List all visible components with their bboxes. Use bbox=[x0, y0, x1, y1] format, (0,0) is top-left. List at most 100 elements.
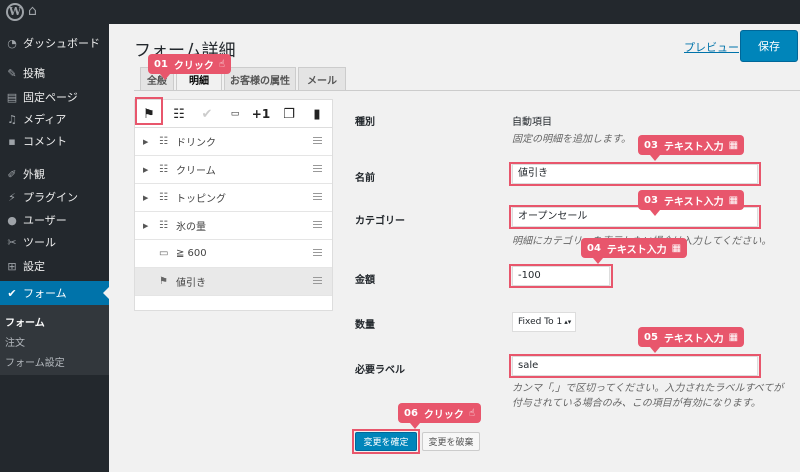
counter-icon: ▭ bbox=[159, 248, 169, 259]
page-icon: ▤ bbox=[6, 90, 18, 104]
plus-one-button[interactable]: +1 bbox=[251, 104, 271, 124]
list-icon[interactable]: ☷ bbox=[169, 104, 189, 124]
type-description: 固定の明細を追加します。 bbox=[512, 134, 631, 145]
list-item[interactable]: ⚑ 値引き bbox=[135, 268, 332, 296]
list-item-label: 値引き bbox=[176, 278, 206, 289]
sidebar-item-label: メディア bbox=[23, 113, 67, 126]
highlight-required-field bbox=[509, 354, 761, 378]
expand-icon[interactable]: ▶ bbox=[143, 138, 155, 146]
pin-icon: ✎ bbox=[7, 66, 17, 80]
sidebar-item-posts[interactable]: ✎ 投稿 bbox=[0, 61, 109, 85]
user-icon: ● bbox=[7, 213, 17, 227]
mouse-click-icon: ☝ bbox=[218, 58, 226, 70]
details-panel: ⚑ ☷ ✔ ▭ +1 ❐ ▮ ▶ ☷ ドリンク ▶ ☷ クリーム ▶ ☷ トッピング ▶ ☷ 氷… bbox=[134, 99, 333, 311]
callout-06: 06 クリック ☝ bbox=[398, 403, 482, 429]
admin-bar: W ⌂ bbox=[0, 0, 800, 24]
drag-handle-icon[interactable] bbox=[313, 277, 322, 284]
drag-handle-icon[interactable] bbox=[313, 137, 322, 144]
plugin-icon: ⚡ bbox=[8, 190, 16, 204]
callout-04: 04 テキスト入力 ▦ bbox=[581, 238, 688, 264]
required-description-line2: 付与されている場合のみ、この項目が有効になります。 bbox=[512, 398, 761, 409]
quantity-select-value: Fixed To 1 bbox=[518, 317, 563, 327]
sidebar-item-comments[interactable]: ▪ コメント bbox=[0, 129, 109, 153]
sidebar-item-media[interactable]: ♫ メディア bbox=[0, 107, 109, 131]
sidebar-item-label: 設定 bbox=[23, 260, 45, 273]
callout-01: 01 クリック ☝ bbox=[148, 54, 232, 80]
list-item[interactable]: ▶ ☷ クリーム bbox=[135, 156, 332, 184]
sidebar-item-label: フォーム bbox=[23, 287, 67, 300]
home-icon[interactable]: ⌂ bbox=[28, 3, 37, 19]
tab-customer-attributes[interactable]: お客様の属性 bbox=[224, 67, 296, 91]
sidebar-item-label: 投稿 bbox=[23, 67, 45, 80]
list-item-label: クリーム bbox=[176, 166, 216, 177]
expand-icon[interactable]: ▶ bbox=[143, 222, 155, 230]
discard-changes-button[interactable]: 変更を破棄 bbox=[422, 432, 480, 451]
sidebar-item-appearance[interactable]: ✐ 外観 bbox=[0, 162, 109, 186]
sidebar-item-pages[interactable]: ▤ 固定ページ bbox=[0, 85, 109, 109]
sidebar-item-label: ツール bbox=[23, 236, 56, 249]
counter-icon[interactable]: ▭ bbox=[225, 104, 245, 124]
sidebar-item-plugins[interactable]: ⚡ プラグイン bbox=[0, 185, 109, 209]
submenu-item-orders[interactable]: 注文 bbox=[5, 334, 25, 349]
sidebar: ◔ ダッシュボード ✎ 投稿 ▤ 固定ページ ♫ メディア ▪ コメント ✐ 外観 ⚡ プラグ… bbox=[0, 24, 109, 472]
list-item-label: 氷の量 bbox=[176, 222, 206, 233]
check-icon: ✔ bbox=[7, 286, 17, 300]
keyboard-icon: ▦ bbox=[728, 139, 739, 151]
mouse-click-icon: ☝ bbox=[468, 407, 476, 419]
type-value: 自動項目 bbox=[512, 117, 552, 128]
quantity-select[interactable]: Fixed To 1 ▴▾ bbox=[512, 312, 576, 332]
submenu-item-form[interactable]: フォーム bbox=[5, 314, 45, 329]
quantity-label: 数量 bbox=[355, 320, 375, 331]
drag-handle-icon[interactable] bbox=[313, 249, 322, 256]
media-icon: ♫ bbox=[7, 112, 17, 126]
list-item-label: トッピング bbox=[176, 194, 226, 205]
sidebar-item-settings[interactable]: ⊞ 設定 bbox=[0, 254, 109, 278]
expand-icon[interactable]: ▶ bbox=[143, 166, 155, 174]
sidebar-item-label: プラグイン bbox=[23, 191, 78, 204]
comment-icon: ▪ bbox=[8, 134, 16, 148]
amount-label: 金額 bbox=[355, 275, 375, 286]
list-icon: ☷ bbox=[159, 164, 168, 175]
submenu-item-form-settings[interactable]: フォーム設定 bbox=[5, 354, 65, 369]
preview-link[interactable]: プレビュー bbox=[684, 39, 739, 55]
highlight-flag-button bbox=[135, 97, 163, 125]
details-toolbar: ⚑ ☷ ✔ ▭ +1 ❐ ▮ bbox=[135, 100, 332, 128]
keyboard-icon: ▦ bbox=[728, 331, 739, 343]
drag-handle-icon[interactable] bbox=[313, 165, 322, 172]
drag-handle-icon[interactable] bbox=[313, 221, 322, 228]
list-item[interactable]: ▶ ☷ ドリンク bbox=[135, 128, 332, 156]
highlight-amount-field bbox=[509, 264, 613, 288]
expand-icon[interactable]: ▶ bbox=[143, 194, 155, 202]
list-item-label: ドリンク bbox=[176, 138, 216, 149]
copy-icon[interactable]: ❐ bbox=[279, 104, 299, 124]
wordpress-logo-icon[interactable]: W bbox=[6, 3, 24, 21]
required-label-label: 必要ラベル bbox=[355, 365, 405, 376]
list-icon: ☷ bbox=[159, 136, 168, 147]
flag-icon: ⚑ bbox=[159, 276, 168, 287]
sidebar-item-dashboard[interactable]: ◔ ダッシュボード bbox=[0, 31, 109, 55]
list-item[interactable]: ▶ ☷ トッピング bbox=[135, 184, 332, 212]
tool-icon: ✂ bbox=[7, 235, 17, 249]
sidebar-item-users[interactable]: ● ユーザー bbox=[0, 208, 109, 232]
name-label: 名前 bbox=[355, 173, 375, 184]
keyboard-icon: ▦ bbox=[671, 242, 682, 254]
callout-03-category: 03 テキスト入力 ▦ bbox=[638, 190, 745, 216]
settings-icon: ⊞ bbox=[7, 259, 17, 273]
save-button[interactable]: 保存 bbox=[740, 30, 798, 62]
sidebar-item-label: コメント bbox=[23, 135, 67, 148]
callout-05: 05 テキスト入力 ▦ bbox=[638, 327, 745, 353]
drag-handle-icon[interactable] bbox=[313, 193, 322, 200]
list-item-label: ≧ 600 bbox=[176, 248, 207, 259]
appearance-icon: ✐ bbox=[7, 167, 17, 181]
list-item[interactable]: ▭ ≧ 600 bbox=[135, 240, 332, 268]
tab-divider bbox=[134, 90, 800, 91]
tab-mail[interactable]: メール bbox=[298, 67, 346, 91]
check-circle-icon[interactable]: ✔ bbox=[197, 104, 217, 124]
sidebar-item-label: ユーザー bbox=[23, 214, 67, 227]
keyboard-icon: ▦ bbox=[728, 194, 739, 206]
list-item[interactable]: ▶ ☷ 氷の量 bbox=[135, 212, 332, 240]
trash-icon[interactable]: ▮ bbox=[307, 104, 327, 124]
list-icon: ☷ bbox=[159, 192, 168, 203]
sidebar-item-tools[interactable]: ✂ ツール bbox=[0, 230, 109, 254]
sidebar-item-form[interactable]: ✔ フォーム bbox=[0, 281, 109, 305]
